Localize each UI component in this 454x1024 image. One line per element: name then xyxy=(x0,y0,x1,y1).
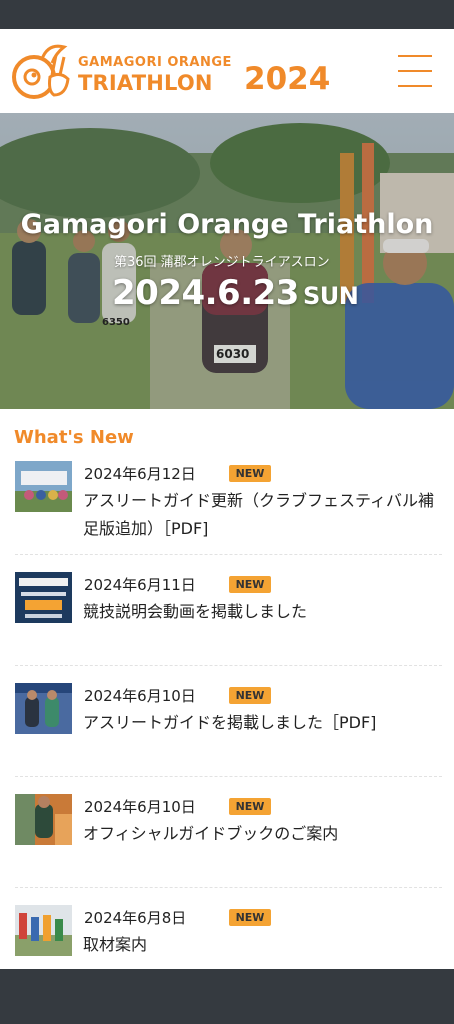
hero-banner: Gamagori Orange Triathlon 第36回 蒲郡オレンジトライ… xyxy=(0,113,454,409)
news-divider xyxy=(15,554,442,555)
status-bar xyxy=(0,0,454,29)
site-header: Gamagori Orange TRIATHLON 2024 xyxy=(0,29,454,113)
news-thumbnail xyxy=(15,572,72,623)
news-divider xyxy=(15,887,442,888)
new-badge: NEW xyxy=(229,909,271,926)
hero-event-date: 2024.6.23 SUN xyxy=(112,273,359,313)
news-title[interactable]: アスリートガイド更新（クラブフェスティバル補足版追加）［PDF] xyxy=(83,487,443,543)
news-date: 2024年6月11日 xyxy=(84,576,196,594)
news-title[interactable]: オフィシャルガイドブックのご案内 xyxy=(83,820,443,848)
news-title[interactable]: 取材案内 xyxy=(83,931,443,959)
news-date: 2024年6月8日 xyxy=(84,909,187,927)
web-page: Gamagori Orange TRIATHLON 2024 xyxy=(0,29,454,969)
news-thumbnail xyxy=(15,905,72,956)
news-item[interactable]: 2024年6月11日 NEW 競技説明会動画を掲載しました xyxy=(0,572,454,683)
runner-bib-number: 6030 xyxy=(216,347,250,361)
news-date: 2024年6月10日 xyxy=(84,687,196,705)
hero-title: Gamagori Orange Triathlon xyxy=(20,209,434,240)
news-title[interactable]: アスリートガイドを掲載しました［PDF] xyxy=(83,709,443,737)
news-thumbnail xyxy=(15,683,72,734)
news-item[interactable]: 2024年6月10日 NEW オフィシャルガイドブックのご案内 xyxy=(0,794,454,905)
orange-mascot-logo-icon xyxy=(12,44,70,99)
news-thumbnail xyxy=(15,461,72,512)
hero-day-of-week: SUN xyxy=(302,282,359,310)
news-date: 2024年6月10日 xyxy=(84,798,196,816)
hamburger-menu-icon[interactable] xyxy=(398,55,432,87)
hero-date-value: 2024.6.23 xyxy=(112,273,299,313)
system-navigation-bar xyxy=(0,969,454,1024)
news-divider xyxy=(15,776,442,777)
new-badge: NEW xyxy=(229,798,271,815)
new-badge: NEW xyxy=(229,465,271,482)
news-title[interactable]: 競技説明会動画を掲載しました xyxy=(83,598,443,626)
site-logo[interactable]: Gamagori Orange TRIATHLON 2024 xyxy=(12,41,330,103)
logo-main-text: TRIATHLON xyxy=(78,71,213,95)
new-badge: NEW xyxy=(229,576,271,593)
news-item[interactable]: 2024年6月8日 NEW 取材案内 xyxy=(0,905,454,969)
logo-top-text: Gamagori Orange xyxy=(78,55,232,70)
logo-year-text: 2024 xyxy=(244,61,331,97)
news-item[interactable]: 2024年6月10日 NEW アスリートガイドを掲載しました［PDF] xyxy=(0,683,454,794)
news-thumbnail xyxy=(15,794,72,845)
news-item[interactable]: 2024年6月12日 NEW アスリートガイド更新（クラブフェスティバル補足版追… xyxy=(0,461,454,572)
whats-new-heading: What's New xyxy=(14,427,134,448)
new-badge: NEW xyxy=(229,687,271,704)
runner-bib-number: 6350 xyxy=(102,317,130,328)
news-divider xyxy=(15,665,442,666)
news-date: 2024年6月12日 xyxy=(84,465,196,483)
hero-subtitle: 第36回 蒲郡オレンジトライアスロン xyxy=(114,255,330,270)
